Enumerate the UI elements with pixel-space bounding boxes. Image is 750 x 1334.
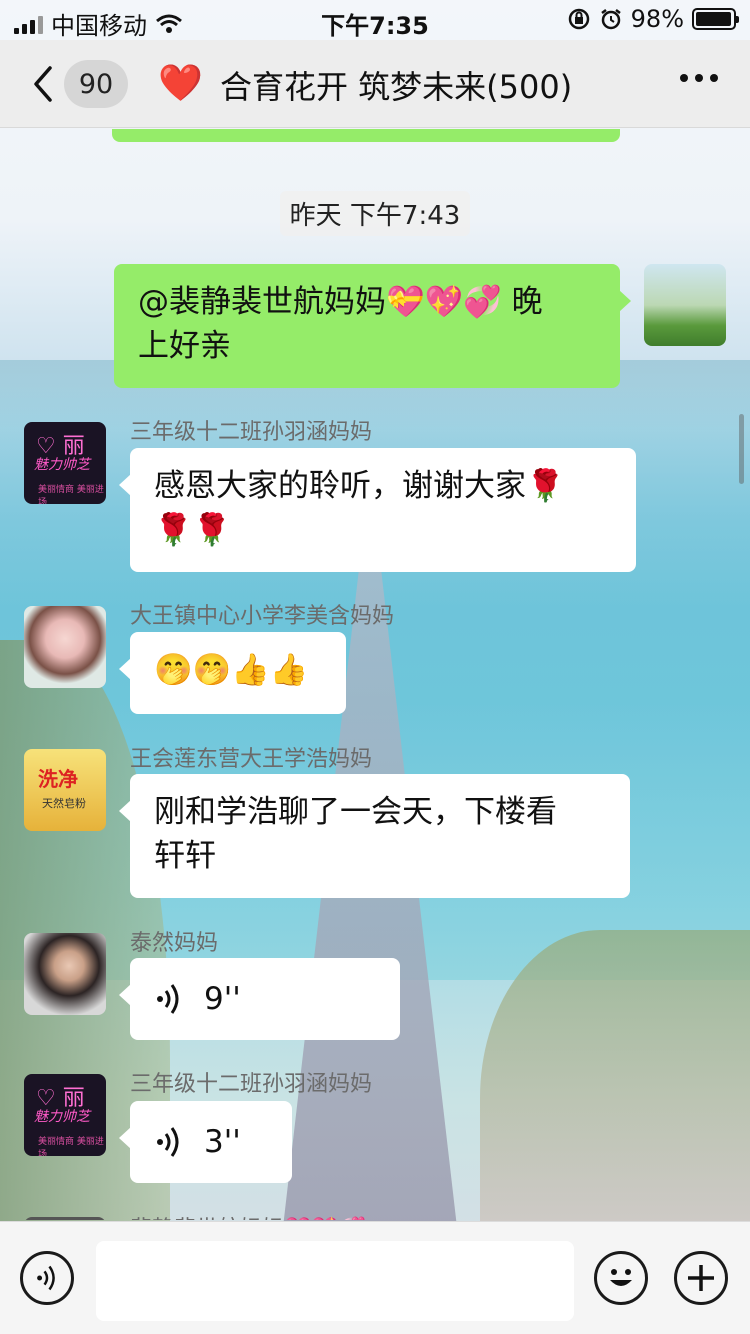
avatar[interactable] xyxy=(24,1217,106,1220)
voice-input-icon[interactable] xyxy=(20,1251,74,1305)
sender-name: 裴静裴世航妈妈💝💖💞 xyxy=(130,1211,366,1220)
message-line: 🌹🌹 xyxy=(154,512,232,548)
orientation-lock-icon xyxy=(568,8,589,30)
message-list[interactable]: 昨天 下午7:43 @裴静裴世航妈妈💝💖💞 晚 上好亲 ♡ 丽 魅力帅芝 美丽情… xyxy=(0,129,750,1220)
avatar[interactable] xyxy=(24,606,106,688)
message-line: 🤭🤭👍👍 xyxy=(154,652,309,688)
avatar[interactable]: 洗净 天然皂粉 xyxy=(24,749,106,831)
emoji-icon[interactable] xyxy=(594,1251,648,1305)
previous-message-bubble xyxy=(112,129,620,142)
voice-wave-icon xyxy=(157,984,179,1014)
plus-icon[interactable] xyxy=(674,1251,728,1305)
sender-name: 王会莲东营大王学浩妈妈 xyxy=(130,747,373,772)
sender-name: 泰然妈妈 xyxy=(130,931,219,956)
voice-wave-icon xyxy=(157,1127,179,1157)
chat-header: 90 ❤️ 合育花开 筑梦未来(500) xyxy=(0,40,750,128)
back-chevron-icon[interactable] xyxy=(28,62,60,106)
message-timestamp: 昨天 下午7:43 xyxy=(0,191,750,236)
voice-message-bubble[interactable]: 3'' xyxy=(119,1101,292,1183)
sender-name: 三年级十二班孙羽涵妈妈 xyxy=(130,420,373,445)
message-bubble[interactable]: 刚和学浩聊了一会天，下楼看 轩轩 xyxy=(119,774,630,898)
message-line: 轩轩 xyxy=(154,838,216,874)
battery-icon xyxy=(692,8,739,30)
voice-duration: 9'' xyxy=(204,981,241,1017)
chat-title[interactable]: 合育花开 筑梦未来(500) xyxy=(220,62,572,108)
avatar[interactable]: ♡ 丽 魅力帅芝 美丽情商 美丽进场 xyxy=(24,422,106,504)
outgoing-message-bubble[interactable]: @裴静裴世航妈妈💝💖💞 晚 上好亲 xyxy=(114,264,631,388)
message-line: 刚和学浩聊了一会天，下楼看 xyxy=(154,794,557,830)
more-dots-icon[interactable] xyxy=(680,74,718,82)
voice-duration: 3'' xyxy=(204,1124,241,1160)
sender-name: 三年级十二班孙羽涵妈妈 xyxy=(130,1072,373,1097)
my-avatar[interactable] xyxy=(644,264,726,346)
avatar[interactable]: ♡ 丽 魅力帅芝 美丽情商 美丽进场 xyxy=(24,1074,106,1156)
battery-percent: 98% xyxy=(630,5,684,33)
input-bar xyxy=(0,1221,750,1334)
message-line: @裴静裴世航妈妈💝💖💞 晚 xyxy=(138,284,543,320)
message-input[interactable] xyxy=(96,1241,574,1321)
unread-count-badge[interactable]: 90 xyxy=(64,60,128,108)
avatar[interactable] xyxy=(24,933,106,1015)
scroll-indicator[interactable] xyxy=(739,414,744,484)
sender-name: 大王镇中心小学李美含妈妈 xyxy=(130,604,395,629)
title-heart-emoji: ❤️ xyxy=(158,63,203,104)
status-bar: 中国移动 下午7:35 98% xyxy=(0,0,750,40)
message-line: 上好亲 xyxy=(138,328,231,364)
message-line: 感恩大家的聆听，谢谢大家🌹 xyxy=(154,468,565,504)
voice-message-bubble[interactable]: 9'' xyxy=(119,958,400,1040)
message-bubble[interactable]: 🤭🤭👍👍 xyxy=(119,632,346,714)
message-bubble[interactable]: 感恩大家的聆听，谢谢大家🌹 🌹🌹 xyxy=(119,448,636,572)
alarm-icon xyxy=(600,9,621,30)
